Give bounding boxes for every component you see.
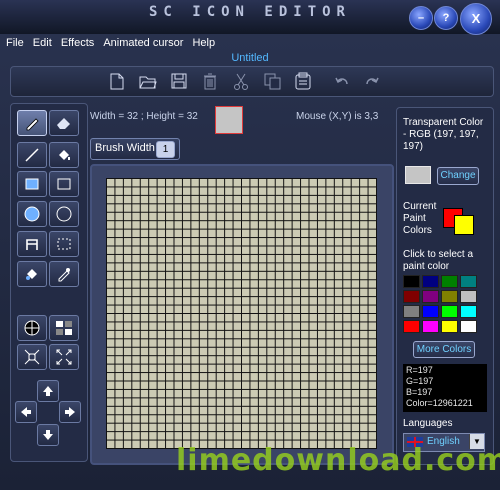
title-bar[interactable]: SC ICON EDITOR – ? X: [0, 0, 500, 35]
filled-rect-tool[interactable]: [17, 171, 47, 197]
menu-animated-cursor[interactable]: Animated cursor: [103, 35, 183, 51]
arrow-up-icon[interactable]: [37, 380, 59, 402]
menu-effects[interactable]: Effects: [61, 35, 94, 51]
palette-color[interactable]: [441, 305, 458, 318]
color-info-b: B=197: [406, 387, 433, 397]
copy-icon[interactable]: [261, 71, 283, 91]
line-tool[interactable]: [17, 142, 47, 168]
text-tool[interactable]: [17, 231, 47, 257]
current-colors-label: Current Paint Colors: [403, 201, 437, 236]
palette-color[interactable]: [403, 320, 420, 333]
minimize-button[interactable]: –: [409, 6, 433, 30]
palette-color[interactable]: [422, 320, 439, 333]
palette-color[interactable]: [422, 275, 439, 288]
palette-color[interactable]: [441, 275, 458, 288]
close-button[interactable]: X: [460, 3, 492, 35]
secondary-color-swatch[interactable]: [454, 215, 474, 235]
brush-width-control[interactable]: Brush Width 1: [90, 138, 180, 160]
palette-color[interactable]: [403, 275, 420, 288]
brush-width-value[interactable]: 1: [156, 141, 175, 158]
menu-edit[interactable]: Edit: [33, 35, 52, 51]
selection-tool[interactable]: [49, 231, 79, 257]
pixel-grid-canvas[interactable]: [106, 178, 377, 449]
brush-width-label: Brush Width: [95, 142, 155, 154]
change-button[interactable]: Change: [437, 167, 479, 185]
center-icon[interactable]: [17, 315, 47, 341]
menu-bar: File Edit Effects Animated cursor Help: [0, 35, 500, 51]
shrink-icon[interactable]: [17, 344, 47, 370]
palette-color[interactable]: [422, 305, 439, 318]
toolbar: [10, 66, 494, 97]
document-name: Untitled: [231, 52, 269, 64]
transparent-color-swatch: [405, 166, 431, 184]
palette-color[interactable]: [460, 290, 477, 303]
bucket-fill-icon[interactable]: [17, 261, 47, 287]
arrow-left-icon[interactable]: [15, 401, 37, 423]
eraser-tool[interactable]: [49, 110, 79, 136]
more-colors-button[interactable]: More Colors: [413, 341, 475, 358]
palette-color[interactable]: [441, 290, 458, 303]
transparent-color-label: Transparent Color - RGB (197, 197, 197): [403, 117, 484, 152]
palette-color[interactable]: [460, 305, 477, 318]
fill-tool[interactable]: [49, 142, 79, 168]
menu-file[interactable]: File: [6, 35, 24, 51]
palette-color[interactable]: [403, 305, 420, 318]
color-picker-icon[interactable]: [49, 261, 79, 287]
cut-icon[interactable]: [230, 71, 252, 91]
undo-icon[interactable]: [331, 71, 353, 91]
color-palette: [403, 275, 481, 335]
mouse-position-label: Mouse (X,Y) is 3,3: [296, 111, 379, 122]
new-file-icon[interactable]: [106, 71, 128, 91]
save-icon[interactable]: [168, 71, 190, 91]
arrow-right-icon[interactable]: [59, 401, 81, 423]
menu-help[interactable]: Help: [192, 35, 215, 51]
canvas-frame: [90, 164, 394, 465]
palette-color[interactable]: [460, 320, 477, 333]
open-folder-icon[interactable]: [137, 71, 159, 91]
color-info-box: R=197 G=197 B=197 Color=12961221: [403, 364, 487, 412]
select-color-hint: Click to select a paint color: [403, 249, 474, 272]
color-info-value: Color=12961221: [406, 398, 473, 408]
trash-icon[interactable]: [199, 71, 221, 91]
tools-panel: [10, 103, 88, 462]
grid-toggle-icon[interactable]: [49, 315, 79, 341]
filled-ellipse-tool[interactable]: [17, 201, 47, 227]
languages-label: Languages: [403, 418, 453, 429]
palette-color[interactable]: [403, 290, 420, 303]
current-pixel-swatch: [215, 106, 243, 134]
watermark: limedownload.com: [176, 443, 500, 478]
pencil-tool[interactable]: [17, 110, 47, 136]
palette-color[interactable]: [460, 275, 477, 288]
help-button[interactable]: ?: [434, 6, 458, 30]
arrow-down-icon[interactable]: [37, 424, 59, 446]
palette-color[interactable]: [441, 320, 458, 333]
rect-tool[interactable]: [49, 171, 79, 197]
color-info-g: G=197: [406, 376, 434, 386]
expand-icon[interactable]: [49, 344, 79, 370]
ellipse-tool[interactable]: [49, 201, 79, 227]
dimensions-label: Width = 32 ; Height = 32: [90, 111, 198, 122]
color-panel: Transparent Color - RGB (197, 197, 197) …: [396, 107, 494, 465]
color-info-r: R=197: [406, 365, 433, 375]
redo-icon[interactable]: [361, 71, 383, 91]
paste-icon[interactable]: [292, 71, 314, 91]
app-window: SC ICON EDITOR – ? X File Edit Effects A…: [0, 0, 500, 490]
palette-color[interactable]: [422, 290, 439, 303]
